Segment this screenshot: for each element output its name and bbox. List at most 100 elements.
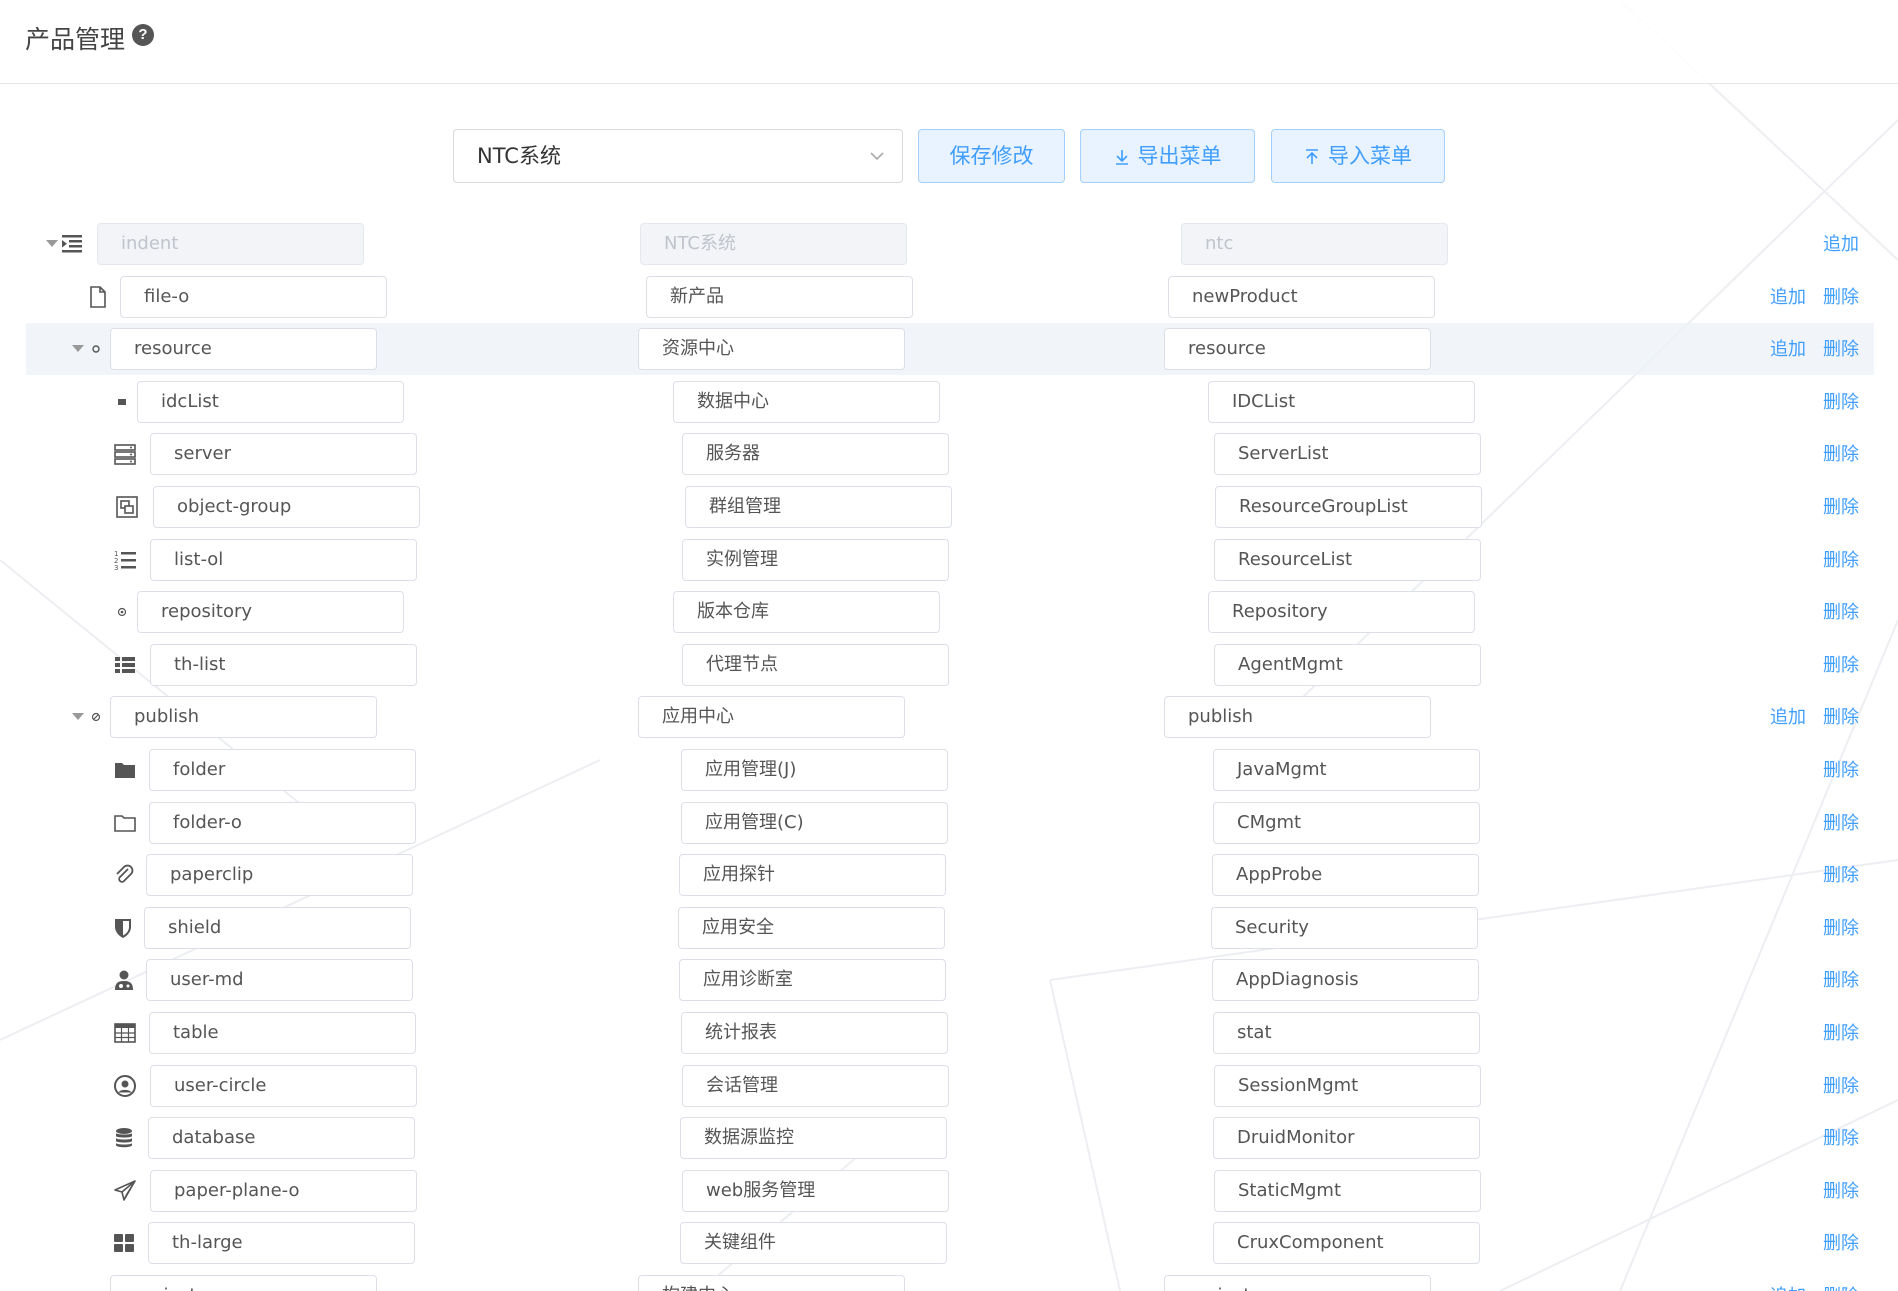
delete-link[interactable]: 删除 bbox=[1823, 1072, 1859, 1098]
menu-name-input[interactable]: server bbox=[150, 433, 417, 476]
delete-link[interactable]: 删除 bbox=[1823, 546, 1859, 572]
menu-name-input[interactable]: idcList bbox=[137, 380, 404, 423]
menu-key-input[interactable]: AgentMgmt bbox=[1214, 643, 1481, 686]
menu-title-input[interactable]: 群组管理 bbox=[685, 486, 952, 528]
menu-title-input[interactable]: 数据中心 bbox=[673, 380, 940, 423]
menu-key-input[interactable]: AppDiagnosis bbox=[1212, 959, 1479, 1002]
menu-name-input[interactable]: user-md bbox=[146, 959, 413, 1002]
export-menu-button[interactable]: 导出菜单 bbox=[1080, 129, 1255, 183]
menu-title-input[interactable]: 构建中心 bbox=[638, 1275, 905, 1291]
menu-name-input[interactable]: publish bbox=[110, 696, 377, 739]
delete-link[interactable]: 删除 bbox=[1823, 283, 1859, 309]
save-button[interactable]: 保存修改 bbox=[918, 129, 1065, 183]
shield-icon bbox=[111, 916, 135, 940]
delete-link[interactable]: 删除 bbox=[1823, 914, 1859, 940]
menu-key-input[interactable]: project bbox=[1164, 1275, 1431, 1291]
delete-link[interactable]: 删除 bbox=[1823, 1282, 1859, 1291]
menu-name-input[interactable]: indent bbox=[97, 223, 364, 265]
menu-title-input[interactable]: NTC系统 bbox=[640, 223, 907, 265]
menu-title-input[interactable]: 代理节点 bbox=[682, 643, 949, 686]
menu-title-input[interactable]: 应用管理(C) bbox=[681, 801, 948, 844]
expand-caret-icon[interactable] bbox=[46, 240, 58, 247]
add-link[interactable]: 追加 bbox=[1770, 283, 1806, 309]
page-title: 产品管理 bbox=[25, 25, 126, 54]
menu-title-input[interactable]: 数据源监控 bbox=[680, 1117, 947, 1160]
menu-key-input[interactable]: IDCList bbox=[1208, 380, 1475, 423]
delete-link[interactable]: 删除 bbox=[1823, 1177, 1859, 1203]
delete-link[interactable]: 删除 bbox=[1823, 756, 1859, 782]
menu-key-input[interactable]: CMgmt bbox=[1213, 801, 1480, 844]
add-link[interactable]: 追加 bbox=[1770, 335, 1806, 361]
menu-name-input[interactable]: user-circle bbox=[150, 1064, 417, 1107]
menu-key-input[interactable]: stat bbox=[1213, 1012, 1480, 1054]
menu-name-input[interactable]: object-group bbox=[153, 486, 420, 528]
menu-title-input[interactable]: 统计报表 bbox=[681, 1012, 948, 1054]
question-circle-icon[interactable]: ? bbox=[132, 24, 154, 46]
menu-title-input[interactable]: web服务管理 bbox=[682, 1169, 949, 1212]
add-link[interactable]: 追加 bbox=[1770, 703, 1806, 729]
menu-name-input[interactable]: th-list bbox=[150, 643, 417, 686]
menu-title-input[interactable]: 资源中心 bbox=[638, 328, 905, 371]
menu-key-input[interactable]: newProduct bbox=[1168, 275, 1435, 318]
menu-key-input[interactable]: AppProbe bbox=[1212, 854, 1479, 897]
menu-title-input[interactable]: 应用管理(J) bbox=[681, 749, 948, 791]
delete-link[interactable]: 删除 bbox=[1823, 966, 1859, 992]
delete-link[interactable]: 删除 bbox=[1823, 703, 1859, 729]
add-link[interactable]: 追加 bbox=[1770, 1282, 1806, 1291]
menu-key-input[interactable]: ResourceList bbox=[1214, 538, 1481, 581]
delete-link[interactable]: 删除 bbox=[1823, 493, 1859, 519]
menu-key-input[interactable]: publish bbox=[1164, 696, 1431, 739]
import-menu-button[interactable]: 导入菜单 bbox=[1271, 129, 1445, 183]
menu-name-input[interactable]: th-large bbox=[148, 1222, 415, 1265]
menu-name-input[interactable]: folder bbox=[149, 749, 416, 791]
menu-key-input[interactable]: ResourceGroupList bbox=[1215, 486, 1482, 528]
delete-link[interactable]: 删除 bbox=[1823, 651, 1859, 677]
delete-link[interactable]: 删除 bbox=[1823, 1229, 1859, 1255]
menu-key-input[interactable]: resource bbox=[1164, 328, 1431, 371]
expand-caret-icon[interactable] bbox=[72, 345, 84, 353]
menu-name-input[interactable]: file-o bbox=[120, 275, 387, 318]
menu-key-input[interactable]: CruxComponent bbox=[1213, 1222, 1480, 1265]
delete-link[interactable]: 删除 bbox=[1823, 1124, 1859, 1150]
menu-name-input[interactable]: resource bbox=[110, 328, 377, 371]
menu-name-input[interactable]: project bbox=[110, 1275, 377, 1291]
delete-link[interactable]: 删除 bbox=[1823, 1019, 1859, 1045]
menu-name-input[interactable]: paperclip bbox=[146, 854, 413, 897]
menu-name-input[interactable]: shield bbox=[144, 906, 411, 949]
menu-title-input[interactable]: 应用中心 bbox=[638, 696, 905, 739]
menu-name-input[interactable]: paper-plane-o bbox=[150, 1169, 417, 1212]
delete-link[interactable]: 删除 bbox=[1823, 861, 1859, 887]
menu-key-input[interactable]: Repository bbox=[1208, 591, 1475, 634]
delete-link[interactable]: 删除 bbox=[1823, 598, 1859, 624]
menu-title-input[interactable]: 服务器 bbox=[682, 433, 949, 476]
menu-title-input[interactable]: 关键组件 bbox=[680, 1222, 947, 1265]
menu-title-input[interactable]: 应用安全 bbox=[678, 906, 945, 949]
menu-name-input[interactable]: database bbox=[148, 1117, 415, 1160]
menu-name-input[interactable]: folder-o bbox=[149, 801, 416, 844]
tree-row: resource 资源中心 resource 追加 删除 bbox=[26, 323, 1874, 376]
menu-title-input[interactable]: 应用探针 bbox=[679, 854, 946, 897]
menu-title-input[interactable]: 应用诊断室 bbox=[679, 959, 946, 1002]
menu-key-input[interactable]: StaticMgmt bbox=[1214, 1169, 1481, 1212]
menu-name-input[interactable]: table bbox=[149, 1012, 416, 1054]
delete-link[interactable]: 删除 bbox=[1823, 809, 1859, 835]
menu-name-input[interactable]: repository bbox=[137, 591, 404, 634]
expand-caret-icon[interactable] bbox=[72, 713, 84, 721]
menu-title-input[interactable]: 实例管理 bbox=[682, 538, 949, 581]
delete-link[interactable]: 删除 bbox=[1823, 388, 1859, 414]
delete-link[interactable]: 删除 bbox=[1823, 335, 1859, 361]
menu-key-input[interactable]: ServerList bbox=[1214, 433, 1481, 476]
system-select[interactable]: NTC系统 bbox=[453, 129, 903, 183]
menu-key-input[interactable]: JavaMgmt bbox=[1213, 749, 1480, 791]
menu-title-input[interactable]: 会话管理 bbox=[682, 1064, 949, 1107]
menu-title-input[interactable]: 新产品 bbox=[646, 275, 913, 318]
add-link[interactable]: 追加 bbox=[1823, 230, 1859, 256]
menu-key-input[interactable]: Security bbox=[1211, 906, 1478, 949]
menu-key-input[interactable]: DruidMonitor bbox=[1213, 1117, 1480, 1160]
paperclip-icon bbox=[112, 863, 136, 887]
menu-key-input[interactable]: ntc bbox=[1181, 223, 1448, 265]
menu-title-input[interactable]: 版本仓库 bbox=[673, 591, 940, 634]
delete-link[interactable]: 删除 bbox=[1823, 440, 1859, 466]
menu-name-input[interactable]: list-ol bbox=[150, 538, 417, 581]
menu-key-input[interactable]: SessionMgmt bbox=[1214, 1064, 1481, 1107]
